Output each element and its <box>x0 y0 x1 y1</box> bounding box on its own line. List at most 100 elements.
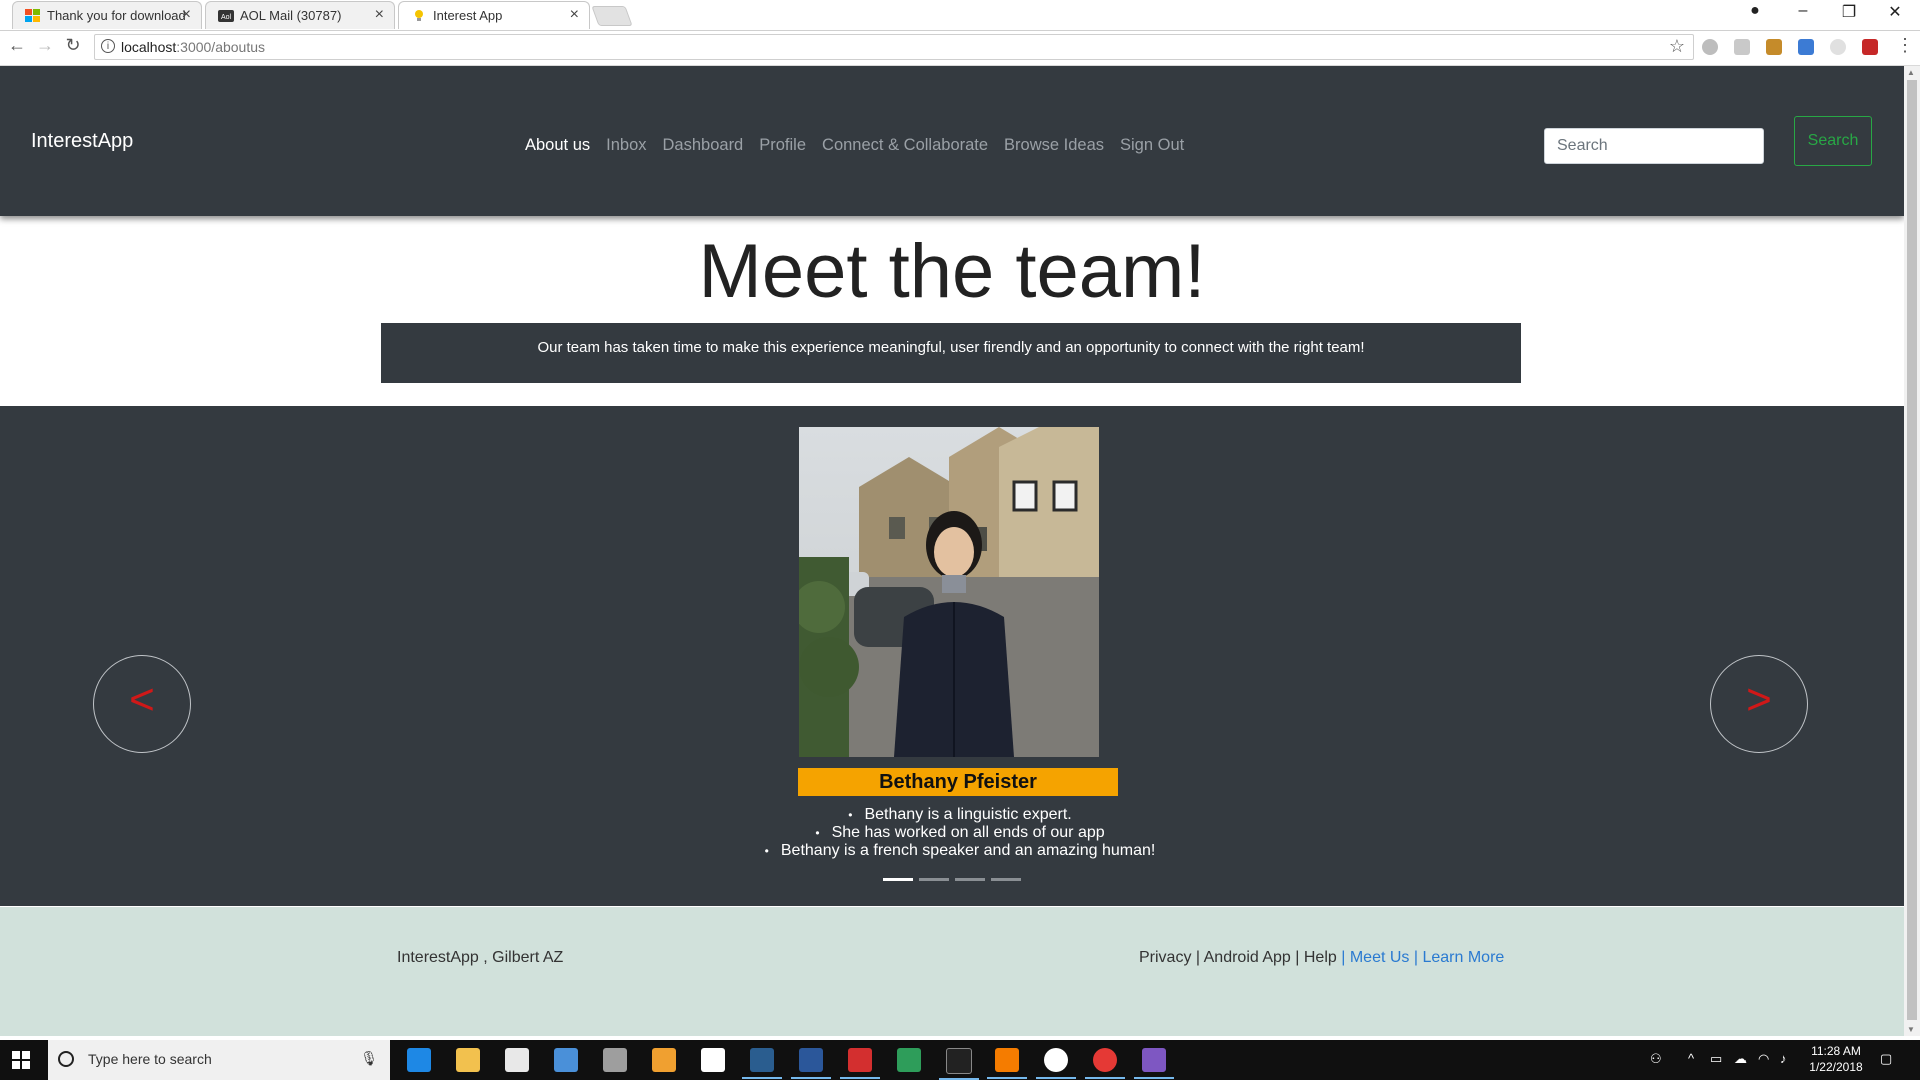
info-icon[interactable]: i <box>101 39 115 53</box>
carousel-indicator[interactable] <box>991 878 1021 881</box>
close-tab-icon[interactable]: × <box>182 6 191 24</box>
extension-icon[interactable] <box>1830 39 1846 55</box>
browser-tab-active[interactable]: Interest App × <box>398 1 590 29</box>
footer-link-privacy[interactable]: Privacy <box>1139 949 1191 966</box>
minimize-icon[interactable]: – <box>1783 2 1823 20</box>
footer-location: InterestApp , Gilbert AZ <box>397 949 564 966</box>
forward-arrow-icon[interactable]: → <box>32 35 58 56</box>
team-member-photo <box>799 427 1099 757</box>
footer-links: Privacy | Android App | Help | Meet Us |… <box>1139 949 1504 967</box>
windows-start-icon[interactable] <box>12 1051 30 1069</box>
url-path: :3000/aboutus <box>176 39 266 55</box>
chrome-icon[interactable] <box>1085 1048 1125 1079</box>
app-icon[interactable] <box>603 1048 627 1072</box>
bookmark-star-icon[interactable]: ☆ <box>1669 36 1685 57</box>
page-title: Meet the team! <box>698 229 1206 314</box>
url-host: localhost <box>121 39 177 55</box>
extension-icon[interactable] <box>1766 39 1782 55</box>
nav-link-inbox[interactable]: Inbox <box>606 136 646 155</box>
visual-studio-icon[interactable] <box>1134 1048 1174 1079</box>
extension-icon[interactable] <box>1798 39 1814 55</box>
carousel-indicators <box>883 878 1021 881</box>
media-player-icon[interactable] <box>652 1048 676 1072</box>
browser-tab[interactable]: Aol AOL Mail (30787) × <box>205 1 395 29</box>
taskbar-search-box[interactable]: Type here to search 🎙 <box>48 1040 390 1080</box>
tab-title: AOL Mail (30787) <box>240 8 342 23</box>
nav-links: About us Inbox Dashboard Profile Connect… <box>525 136 1184 155</box>
nav-link-browse-ideas[interactable]: Browse Ideas <box>1004 136 1104 155</box>
carousel-next-button[interactable]: > <box>1710 655 1808 753</box>
url-text: localhost:3000/aboutus <box>121 39 265 55</box>
extension-icon[interactable] <box>1702 39 1718 55</box>
app-icon[interactable] <box>897 1048 921 1072</box>
microphone-icon[interactable]: 🎙 <box>360 1050 378 1067</box>
nav-link-profile[interactable]: Profile <box>759 136 806 155</box>
onedrive-icon[interactable]: ☁ <box>1734 1051 1747 1067</box>
file-explorer-icon[interactable] <box>456 1048 480 1072</box>
address-bar[interactable]: i localhost:3000/aboutus ☆ <box>94 34 1694 60</box>
reload-icon[interactable]: ↻ <box>60 35 86 56</box>
sql-server-icon[interactable] <box>742 1048 782 1079</box>
restore-icon[interactable]: ❐ <box>1829 2 1869 22</box>
page-scrollbar[interactable]: ▲ ▼ <box>1904 66 1920 1036</box>
site-footer: InterestApp , Gilbert AZ Privacy | Andro… <box>0 907 1904 1036</box>
profile-icon[interactable]: ● <box>1735 2 1775 20</box>
slack-icon[interactable] <box>1036 1048 1076 1079</box>
wifi-icon[interactable]: ◠ <box>1758 1051 1769 1067</box>
word-icon[interactable] <box>791 1048 831 1079</box>
intro-banner: Our team has taken time to make this exp… <box>381 323 1521 383</box>
carousel-indicator[interactable] <box>919 878 949 881</box>
taskbar-search-placeholder: Type here to search <box>88 1051 212 1067</box>
svg-text:Aol: Aol <box>221 14 232 21</box>
carousel-indicator[interactable] <box>883 878 913 881</box>
store-icon[interactable] <box>505 1048 529 1072</box>
windows-taskbar: Type here to search 🎙 ⚇ ^ ▭ ☁ ◠ ♪ 11:28 … <box>0 1040 1920 1080</box>
footer-separator: | <box>1295 949 1300 966</box>
footer-separator: | <box>1341 949 1346 966</box>
browser-tab[interactable]: Thank you for download × <box>12 1 202 29</box>
scroll-down-icon[interactable]: ▼ <box>1907 1025 1915 1034</box>
scrollbar-thumb[interactable] <box>1907 80 1917 1020</box>
carousel-prev-button[interactable]: < <box>93 655 191 753</box>
brand-link[interactable]: InterestApp <box>31 130 133 153</box>
footer-link-learn-more[interactable]: Learn More <box>1422 949 1504 966</box>
close-tab-icon[interactable]: × <box>375 6 384 24</box>
browser-tab-strip: Thank you for download × Aol AOL Mail (3… <box>0 0 1920 31</box>
cortana-icon <box>58 1051 74 1067</box>
action-center-icon[interactable]: ▢ <box>1880 1051 1892 1067</box>
people-icon[interactable]: ⚇ <box>1650 1051 1662 1067</box>
scroll-up-icon[interactable]: ▲ <box>1907 68 1915 77</box>
acrobat-icon[interactable] <box>840 1048 880 1079</box>
mail-icon[interactable] <box>701 1048 725 1072</box>
carousel-indicator[interactable] <box>955 878 985 881</box>
footer-link-meet-us[interactable]: Meet Us <box>1350 949 1410 966</box>
team-member-facts: Bethany is a linguistic expert. She has … <box>600 806 1320 860</box>
nav-link-sign-out[interactable]: Sign Out <box>1120 136 1184 155</box>
search-button[interactable]: Search <box>1794 116 1872 166</box>
site-navbar: InterestApp About us Inbox Dashboard Pro… <box>0 66 1904 216</box>
clock-time: 11:28 AM <box>1811 1044 1861 1058</box>
nav-link-connect-collaborate[interactable]: Connect & Collaborate <box>822 136 988 155</box>
extension-icon[interactable] <box>1862 39 1878 55</box>
edge-icon[interactable] <box>407 1048 431 1072</box>
terminal-icon[interactable] <box>939 1048 979 1080</box>
new-tab-button[interactable] <box>591 6 633 26</box>
back-arrow-icon[interactable]: ← <box>4 35 30 56</box>
app-icon[interactable] <box>554 1048 578 1072</box>
footer-link-android-app[interactable]: Android App <box>1204 949 1291 966</box>
system-clock[interactable]: 11:28 AM 1/22/2018 <box>1806 1043 1866 1075</box>
search-input[interactable] <box>1544 128 1764 164</box>
sublime-text-icon[interactable] <box>987 1048 1027 1079</box>
volume-icon[interactable]: ♪ <box>1780 1051 1787 1066</box>
windows-logo-icon <box>25 9 40 22</box>
extension-icon[interactable] <box>1734 39 1750 55</box>
close-tab-icon[interactable]: × <box>570 6 579 24</box>
footer-link-help[interactable]: Help <box>1304 949 1337 966</box>
menu-icon[interactable]: ⋮ <box>1892 35 1918 56</box>
battery-icon[interactable]: ▭ <box>1710 1051 1722 1067</box>
tray-expand-icon[interactable]: ^ <box>1688 1051 1694 1066</box>
nav-link-dashboard[interactable]: Dashboard <box>663 136 744 155</box>
nav-link-about-us[interactable]: About us <box>525 136 590 155</box>
close-window-icon[interactable]: ✕ <box>1875 2 1915 22</box>
team-member-name: Bethany Pfeister <box>798 768 1118 796</box>
